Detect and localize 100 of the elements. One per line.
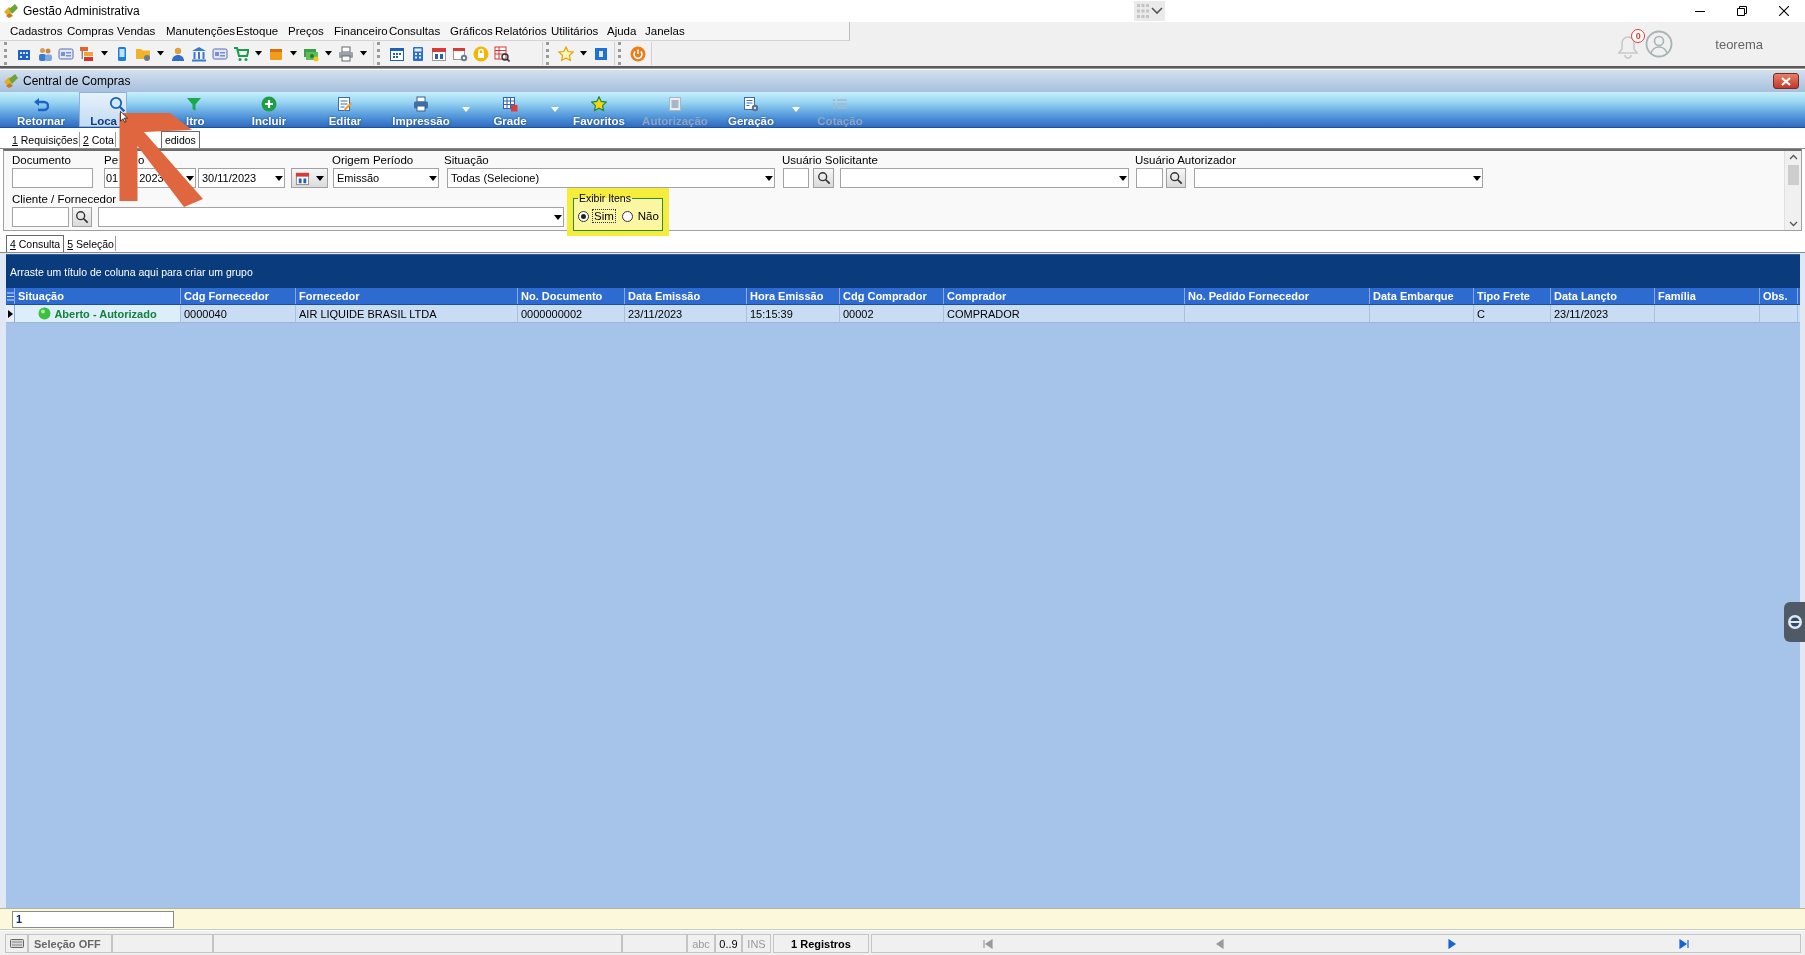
keyboard-icon <box>9 939 24 948</box>
calendar-icon <box>430 45 447 62</box>
tab[interactable]: 5 Seleção <box>64 236 116 251</box>
menu-item[interactable]: Gráficos <box>450 25 495 37</box>
search-button[interactable] <box>72 207 92 227</box>
menu-item[interactable]: Janelas <box>645 25 690 37</box>
toolbar-button[interactable] <box>491 43 512 64</box>
dropdown-field[interactable] <box>98 207 564 227</box>
tab[interactable]: 1 Requisições <box>9 132 80 147</box>
field-label: o <box>138 153 145 168</box>
input-field[interactable] <box>12 207 69 227</box>
radio-option[interactable]: Não <box>621 209 661 223</box>
user-avatar-icon <box>1645 30 1674 58</box>
search-button[interactable] <box>813 168 834 188</box>
menu-item[interactable]: Financeiro <box>334 25 389 37</box>
menu-item[interactable]: Cadastros <box>10 25 67 37</box>
toolbar-button[interactable]: Favoritos <box>561 92 637 127</box>
dropdown-field[interactable] <box>840 168 1129 188</box>
square-icon <box>592 45 609 62</box>
star-icon <box>557 45 574 62</box>
search-icon <box>75 210 89 224</box>
calendar-button[interactable] <box>291 168 328 188</box>
input-field[interactable] <box>12 168 93 188</box>
caret-icon <box>359 51 367 56</box>
table-cell: 00002 <box>840 305 944 322</box>
menu-item[interactable]: Utilitários <box>551 25 607 37</box>
toolbar-button[interactable]: Retornar <box>3 92 79 127</box>
column-header[interactable]: Fornecedor <box>296 288 518 304</box>
power-icon <box>629 45 646 62</box>
column-header[interactable]: Situação <box>15 288 181 304</box>
column-header[interactable]: Data Lançto <box>1551 288 1655 304</box>
status-indicator: 0..9 <box>715 934 742 953</box>
dropdown-field[interactable] <box>1194 168 1483 188</box>
search-icon <box>109 96 125 112</box>
column-header[interactable]: Obs. <box>1760 288 1798 304</box>
menu-item[interactable]: Compras <box>67 25 117 37</box>
field-label: Usuário Autorizador <box>1135 153 1237 168</box>
dropdown-field[interactable]: Emissão <box>333 168 439 188</box>
column-header[interactable]: Comprador <box>944 288 1185 304</box>
document-gear-icon <box>743 96 759 112</box>
column-header[interactable]: Cdg Fornecedor <box>181 288 296 304</box>
side-panel-tab[interactable] <box>1784 602 1805 642</box>
input-field[interactable] <box>783 168 809 188</box>
caret-icon <box>550 107 559 112</box>
layout-button[interactable] <box>1134 1 1165 21</box>
toolbar-button[interactable]: Grade <box>472 92 548 127</box>
table-cell: COMPRADOR <box>944 305 1185 322</box>
column-header[interactable]: Cdg Comprador <box>840 288 944 304</box>
column-header[interactable]: Data Embarque <box>1370 288 1474 304</box>
column-header[interactable]: No. Pedido Fornecedor <box>1185 288 1370 304</box>
menu-item[interactable]: Preços <box>288 25 334 37</box>
caret-icon <box>254 51 262 56</box>
edit-icon <box>337 96 353 112</box>
menu-item[interactable]: Vendas <box>117 25 166 37</box>
menu-item[interactable]: Relatórios <box>495 25 551 37</box>
record-count: 1 Registros <box>773 934 869 953</box>
tab[interactable]: 4 Consulta <box>6 235 65 252</box>
input-field[interactable]: 1 <box>12 910 174 928</box>
toolbar-button[interactable]: Loca <box>79 92 127 127</box>
column-header[interactable]: Família <box>1655 288 1760 304</box>
close-button[interactable] <box>1773 73 1799 89</box>
menu-item[interactable]: Ajuda <box>607 25 645 37</box>
table-search-icon <box>493 45 510 62</box>
table-cell: 15:15:39 <box>747 305 840 322</box>
card-icon <box>211 45 228 62</box>
column-header[interactable]: Data Emissão <box>625 288 747 304</box>
caret-icon <box>1119 175 1127 181</box>
table-cell: 23/11/2023 <box>625 305 747 322</box>
field-label: Documento <box>12 153 72 168</box>
toolbar-button[interactable]: Incluir <box>231 92 307 127</box>
table-cell: 0000000002 <box>518 305 625 322</box>
caret-icon <box>100 51 108 56</box>
menu-item[interactable]: Consultas <box>389 25 450 37</box>
table-cell: 0000040 <box>181 305 296 322</box>
toolbar-button[interactable]: Geração <box>713 92 789 127</box>
dropdown-field[interactable]: Todas (Selecione) <box>447 168 775 188</box>
search-icon <box>1169 171 1183 185</box>
caret-icon <box>1473 175 1481 181</box>
org-chart-icon <box>78 45 95 62</box>
caret-icon <box>316 175 324 181</box>
input-field[interactable] <box>1136 168 1163 188</box>
caret-icon <box>765 175 773 181</box>
toolbar-button[interactable]: ltro <box>184 92 231 127</box>
tab[interactable]: edidos <box>160 131 200 148</box>
menu-item[interactable]: Manutenções <box>166 25 236 37</box>
toolbar-button[interactable]: Editar <box>307 92 383 127</box>
calendar-gear-icon <box>451 45 468 62</box>
date-field[interactable]: 30/11/2023 <box>198 168 285 188</box>
search-button[interactable] <box>1166 168 1186 188</box>
field-label: Situação <box>444 153 490 168</box>
column-header[interactable]: No. Documento <box>518 288 625 304</box>
menu-item[interactable]: Estoque <box>236 25 288 37</box>
column-header[interactable]: Hora Emissão <box>747 288 840 304</box>
status-indicator: abc <box>687 934 715 953</box>
table-row[interactable]: Aberto - Autorizado 0000040 AIR LIQUIDE BRASIL LTDA 0000000002 23/11/2023 15:15:39 00002 COMPRADOR C 23/11/2023 <box>6 305 1800 323</box>
tab[interactable]: 2 Cota <box>79 132 116 147</box>
column-header[interactable]: Tipo Frete <box>1474 288 1551 304</box>
app-title: Gestão Administrativa <box>23 4 140 18</box>
toolbar-button[interactable]: Impressão <box>383 92 459 127</box>
caret-icon <box>579 51 587 56</box>
